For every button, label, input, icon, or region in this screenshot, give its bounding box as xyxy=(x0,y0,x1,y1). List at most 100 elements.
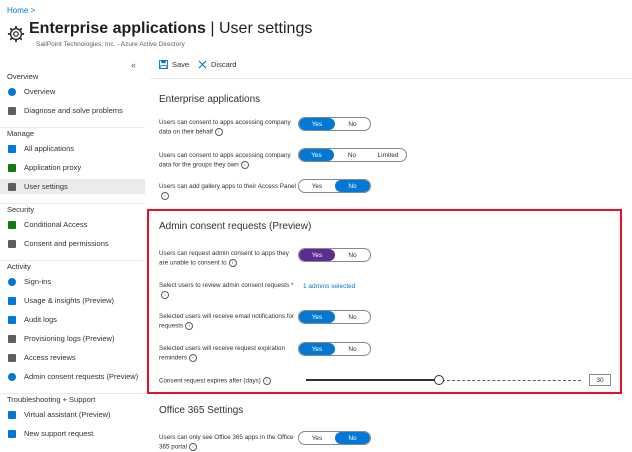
sidebar-item-label: User settings xyxy=(24,182,68,191)
info-icon[interactable]: i xyxy=(161,191,169,200)
toggle-option-yes[interactable]: Yes xyxy=(299,311,335,323)
sidebar-item-access-reviews[interactable]: Access reviews xyxy=(0,350,145,365)
section-title-office365: Office 365 Settings xyxy=(159,405,244,416)
toggle-option-yes[interactable]: Yes xyxy=(299,149,334,161)
grid-icon xyxy=(8,144,16,153)
sidebar-divider xyxy=(0,203,145,204)
sidebar-item-label: New support request xyxy=(24,429,94,438)
gear-icon xyxy=(7,25,25,43)
gear-icon xyxy=(8,182,16,191)
toggle-option-yes[interactable]: Yes xyxy=(299,180,335,192)
setting-label-text: Users can consent to apps accessing comp… xyxy=(159,152,291,169)
toggle-gallery-apps[interactable]: Yes No xyxy=(298,179,371,193)
info-icon[interactable]: i xyxy=(189,353,197,362)
setting-label-email-notifications: Selected users will receive email notifi… xyxy=(159,313,299,331)
sidebar-item-usage-insights-preview[interactable]: Usage & insights (Preview) xyxy=(0,293,145,308)
sidebar-item-overview[interactable]: Overview xyxy=(0,84,145,99)
toggle-option-no[interactable]: No xyxy=(335,118,370,130)
sidebar-item-diagnose-and-solve-problems[interactable]: Diagnose and solve problems xyxy=(0,103,145,118)
toggle-option-yes[interactable]: Yes xyxy=(299,249,335,261)
toggle-option-yes[interactable]: Yes xyxy=(299,432,335,444)
sidebar-item-conditional-access[interactable]: Conditional Access xyxy=(0,217,145,232)
toggle-option-no[interactable]: No xyxy=(335,180,370,192)
setting-label-text: Users can consent to apps accessing comp… xyxy=(159,119,291,136)
sidebar-item-label: Access reviews xyxy=(24,353,76,362)
expire-days-input[interactable]: 30 xyxy=(589,374,611,386)
page-subtitle: SailPoint Technologies, Inc. - Azure Act… xyxy=(36,41,185,48)
setting-label-text: Users can only see Office 365 apps in th… xyxy=(159,434,294,451)
sidebar-item-consent-and-permissions[interactable]: Consent and permissions xyxy=(0,236,145,251)
sidebar-item-label: Virtual assistant (Preview) xyxy=(24,410,111,419)
sidebar-item-label: Overview xyxy=(24,87,56,96)
toggle-option-no[interactable]: No xyxy=(335,432,370,444)
toggle-email-notifications[interactable]: Yes No xyxy=(298,310,371,324)
sidebar-item-audit-logs[interactable]: Audit logs xyxy=(0,312,145,327)
toggle-expiration-reminders[interactable]: Yes No xyxy=(298,342,371,356)
toggle-option-yes[interactable]: Yes xyxy=(299,118,335,130)
toggle-consent-groups[interactable]: Yes No Limited xyxy=(298,148,407,162)
sidebar-item-label: Admin consent requests (Preview) xyxy=(24,372,139,381)
info-icon[interactable]: i xyxy=(240,160,249,169)
setting-label-text: Users can request admin consent to apps … xyxy=(159,250,289,267)
info-icon[interactable]: i xyxy=(214,127,223,136)
setting-label-text: Consent request expires after (days) xyxy=(159,377,261,385)
log-icon xyxy=(8,315,16,324)
sidebar-divider xyxy=(0,393,145,394)
sidebar-item-application-proxy[interactable]: Application proxy xyxy=(0,160,145,175)
breadcrumb[interactable]: Home > xyxy=(7,6,35,15)
toggle-option-no[interactable]: No xyxy=(335,311,370,323)
sidebar-item-admin-consent-requests-preview[interactable]: Admin consent requests (Preview) xyxy=(0,369,145,384)
setting-label-text: Selected users will receive request expi… xyxy=(159,345,285,362)
sidebar-divider xyxy=(0,127,145,128)
info-icon[interactable]: i xyxy=(185,321,194,330)
setting-label-consent-groups: Users can consent to apps accessing comp… xyxy=(159,152,299,170)
sidebar-item-label: Application proxy xyxy=(24,163,82,172)
setting-label-reviewers: Select users to review admin consent req… xyxy=(159,282,299,300)
sidebar-section-troubleshooting-support: Troubleshooting + Support xyxy=(7,395,96,404)
person-icon xyxy=(8,334,16,343)
sidebar-item-virtual-assistant-preview[interactable]: Virtual assistant (Preview) xyxy=(0,407,145,422)
setting-label-text: Selected users will receive email notifi… xyxy=(159,313,295,330)
sidebar-item-provisioning-logs-preview[interactable]: Provisioning logs (Preview) xyxy=(0,331,145,346)
toggle-option-no[interactable]: No xyxy=(335,343,370,355)
sidebar-item-sign-ins[interactable]: Sign-ins xyxy=(0,274,145,289)
page-title-sub: | User settings xyxy=(205,20,313,37)
highlight-box xyxy=(147,209,622,394)
sidebar-item-all-applications[interactable]: All applications xyxy=(0,141,145,156)
setting-label-request-consent: Users can request admin consent to apps … xyxy=(159,250,299,268)
info-icon[interactable]: i xyxy=(228,258,237,267)
slider-thumb[interactable] xyxy=(434,375,444,385)
slider-fill xyxy=(306,379,438,381)
save-icon xyxy=(159,60,168,69)
setting-label-office365-portal: Users can only see Office 365 apps in th… xyxy=(159,434,299,452)
info-icon[interactable]: i xyxy=(161,290,169,299)
toggle-option-yes[interactable]: Yes xyxy=(299,343,335,355)
sidebar-item-label: Provisioning logs (Preview) xyxy=(24,334,115,343)
admins-selected-link[interactable]: 1 admins selected xyxy=(303,283,355,290)
toggle-office365-portal[interactable]: Yes No xyxy=(298,431,371,445)
collapse-sidebar-button[interactable]: « xyxy=(131,60,136,70)
toggle-option-limited[interactable]: Limited xyxy=(370,149,406,161)
conditional-access-icon xyxy=(8,220,16,229)
setting-label-text: Select users to review admin consent req… xyxy=(159,282,294,289)
setting-label-gallery-apps: Users can add gallery apps to their Acce… xyxy=(159,183,299,201)
info-icon[interactable]: i xyxy=(189,442,198,451)
sidebar-item-label: Consent and permissions xyxy=(24,239,109,248)
setting-label-consent-behalf: Users can consent to apps accessing comp… xyxy=(159,119,299,137)
sidebar-item-user-settings[interactable]: User settings xyxy=(0,179,145,194)
toggle-consent-behalf[interactable]: Yes No xyxy=(298,117,371,131)
discard-button[interactable]: Discard xyxy=(198,60,236,69)
assistant-icon xyxy=(8,410,16,419)
save-button[interactable]: Save xyxy=(159,60,189,69)
chart-icon xyxy=(8,296,16,305)
toolbar-divider xyxy=(150,78,632,79)
toggle-option-no[interactable]: No xyxy=(334,149,370,161)
sidebar-item-new-support-request[interactable]: New support request xyxy=(0,426,145,441)
toggle-option-no[interactable]: No xyxy=(335,249,370,261)
toggle-request-consent[interactable]: Yes No xyxy=(298,248,371,262)
wrench-icon xyxy=(8,106,16,115)
info-icon[interactable]: i xyxy=(262,377,271,385)
sidebar-item-label: Diagnose and solve problems xyxy=(24,106,123,115)
sidebar-section-activity: Activity xyxy=(7,262,31,271)
list-icon xyxy=(8,353,16,362)
